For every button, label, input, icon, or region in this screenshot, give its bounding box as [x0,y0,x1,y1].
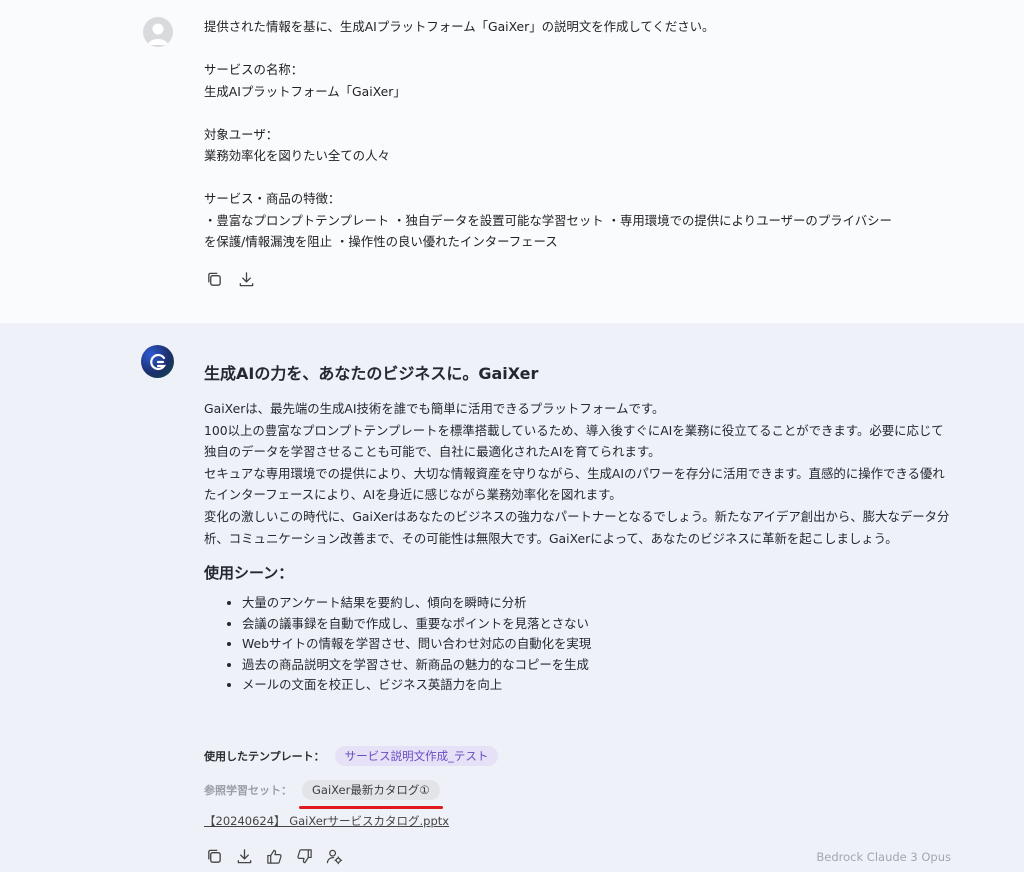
reference-file-link[interactable]: 【20240624】 GaiXerサービスカタログ.pptx [204,813,449,829]
user-avatar [143,17,173,47]
user-message-line: を保護/情報漏洩を阻止 ・操作性の良い優れたインターフェース [204,234,558,249]
user-message-line: サービス・商品の特徴： [204,191,341,206]
user-message-line: 生成AIプラットフォーム「GaiXer」 [204,83,406,99]
download-icon [237,848,251,863]
dataset-label: 参照学習セット： [204,784,292,797]
dataset-chip[interactable]: GaiXer最新カタログ① [302,780,440,800]
ai-paragraph: GaiXerは、最先端の生成AI技術を誰でも簡単に活用できるプラットフォームです… [204,401,665,416]
thumbs-up-button[interactable] [263,845,285,867]
download-icon [239,271,253,286]
user-message-line: ・豊富なプロンプトテンプレート ・独自データを設置可能な学習セット ・専用環境で… [204,212,892,228]
user-message-line: 対象ユーザ： [204,126,279,142]
thumbs-down-icon [296,848,312,863]
scenes-heading: 使用シーン： [204,564,294,583]
list-item: 会議の議事録を自動で作成し、重要なポイントを見落とさない [242,614,952,635]
ai-paragraph: 100以上の豊富なプロンプトテンプレートを標準搭載しているため、導入後すぐにAI… [204,422,944,460]
user-message-actions [203,268,257,290]
template-row: 使用したテンプレート： サービス説明文作成_テスト [204,746,499,766]
model-label: Bedrock Claude 3 Opus [816,850,951,864]
user-message-line: 提供された情報を基に、生成AIプラットフォーム「GaiXer」の説明文を作成して… [204,19,715,34]
user-message-line [204,167,964,189]
ai-message-actions [203,845,345,867]
thumbs-up-icon [266,849,282,864]
ai-paragraph: 変化の激しいこの時代に、GaiXerはあなたのビジネスの強力なパートナーとなるで… [204,508,950,546]
copy-icon [207,849,221,863]
gaixer-logo-icon [149,353,166,370]
download-button[interactable] [235,268,257,290]
copy-icon [207,272,221,286]
user-message-line [204,38,964,60]
ai-message-title: 生成AIの力を、あなたのビジネスに。GaiXer [204,364,539,383]
list-item: メールの文面を校正し、ビジネス英語力を向上 [242,675,952,696]
ai-message-body: 生成AIの力を、あなたのビジネスに。GaiXer GaiXerは、最先端の生成A… [204,362,952,696]
thumbs-down-button[interactable] [293,845,315,867]
user-message-line: 業務効率化を図りたい全ての人々 [204,148,390,163]
template-label: 使用したテンプレート： [204,750,325,763]
dataset-row: 参照学習セット： GaiXer最新カタログ① [204,780,440,800]
list-item: Webサイトの情報を学習させ、問い合わせ対応の自動化を実現 [242,634,952,655]
user-message-text: 提供された情報を基に、生成AIプラットフォーム「GaiXer」の説明文を作成して… [204,16,964,253]
user-message-line: サービスの名称： [204,62,304,77]
highlight-underline [299,806,443,809]
template-chip[interactable]: サービス説明文作成_テスト [334,746,499,766]
copy-button[interactable] [203,845,225,867]
user-settings-button[interactable] [323,845,345,867]
ai-avatar [141,345,174,378]
copy-button[interactable] [203,268,225,290]
user-message-line [204,102,964,124]
ai-paragraph: セキュアな専用環境での提供により、大切な情報資産を守りながら、生成AIのパワーを… [204,465,945,503]
user-icon [148,23,168,45]
list-item: 過去の商品説明文を学習させ、新商品の魅力的なコピーを生成 [242,655,952,676]
list-item: 大量のアンケート結果を要約し、傾向を瞬時に分析 [242,593,952,614]
user-settings-icon [326,849,342,864]
download-button[interactable] [233,845,255,867]
scenes-list: 大量のアンケート結果を要約し、傾向を瞬時に分析 会議の議事録を自動で作成し、重要… [204,593,952,696]
